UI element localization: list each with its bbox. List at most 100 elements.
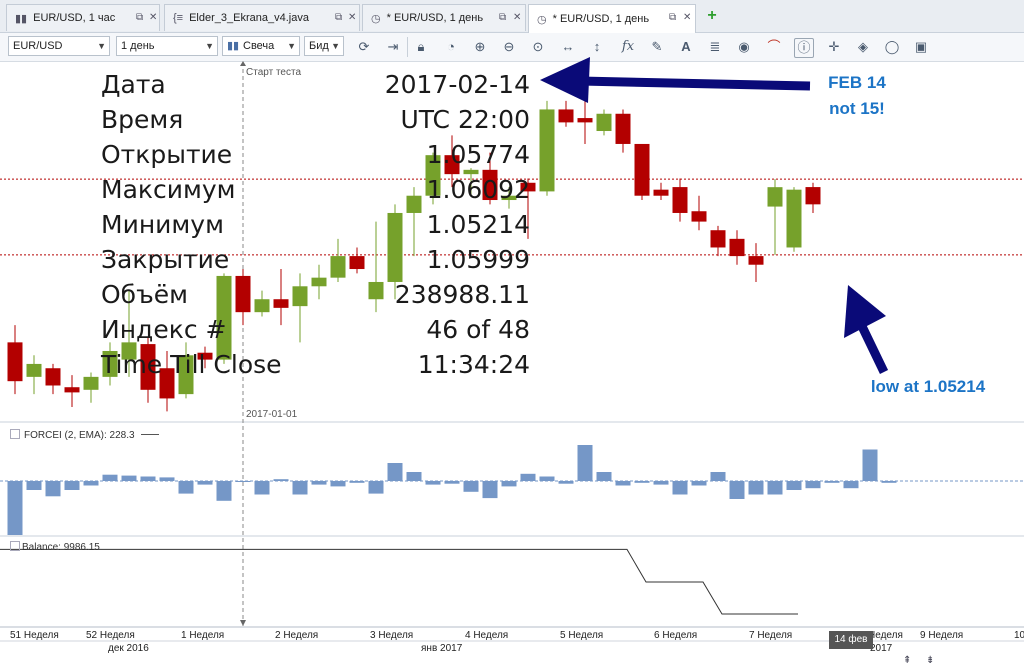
week-tick: 2 Неделя (275, 630, 319, 641)
force-bar (64, 481, 80, 490)
info-label-date: Дата (101, 70, 166, 99)
force-bar (159, 477, 175, 481)
candle-body (368, 281, 384, 300)
week-tick: 6 Неделя (654, 630, 698, 641)
force-bar (140, 476, 156, 481)
balance-indicator-label[interactable]: Balance: 9986.15 (10, 541, 100, 553)
info-value-time: UTC 22:00 (400, 105, 530, 134)
force-bar (197, 481, 213, 485)
week-tick: 1 Неделя (181, 630, 225, 641)
candle-body (596, 113, 612, 132)
candle-body (691, 211, 707, 222)
force-bar (501, 481, 517, 487)
info-label-close: Закрытие (101, 245, 230, 274)
force-bar (406, 472, 422, 481)
force-label-text: FORCEI (2, EMA): 228.3 (24, 430, 135, 441)
month-tick: янв 2017 (421, 643, 463, 654)
candle-body (710, 230, 726, 248)
force-bar (216, 481, 232, 501)
candle-body (235, 275, 251, 313)
checkbox-icon[interactable] (10, 429, 20, 439)
force-bar (653, 481, 669, 485)
force-bar (843, 481, 859, 489)
force-indicator-label[interactable]: FORCEI (2, EMA): 228.3 (10, 429, 160, 441)
force-bar (45, 481, 61, 497)
candle-body (805, 187, 821, 205)
force-bar (102, 474, 118, 481)
info-label-time-till-close: Time Till Close (101, 350, 282, 379)
info-value-volume: 238988.11 (394, 280, 530, 309)
candle-body (729, 238, 745, 257)
info-value-index: 46 of 48 (426, 315, 530, 344)
force-bar (520, 473, 536, 481)
force-bar (7, 481, 23, 535)
cursor-date-label: 14 фев (829, 631, 873, 649)
force-bar (121, 475, 137, 481)
force-bar (292, 481, 308, 495)
checkbox-icon[interactable] (10, 541, 20, 551)
force-bar (83, 481, 99, 486)
force-bar (634, 481, 650, 483)
force-bar (824, 481, 840, 483)
week-tick: 52 Неделя (86, 630, 135, 641)
candle-body (254, 299, 270, 313)
candle-body (558, 109, 574, 123)
feb-note: FEB 14 not 15! (812, 70, 902, 122)
candle-body (615, 113, 631, 144)
candle-body (64, 387, 80, 393)
candle-body (26, 363, 42, 377)
info-value-close: 1.05999 (426, 245, 530, 274)
candle-body (273, 299, 289, 308)
force-bar (710, 472, 726, 481)
force-bar (482, 481, 498, 499)
candle-body (748, 256, 764, 265)
info-value-time-till-close: 11:34:24 (417, 350, 530, 379)
info-label-high: Максимум (101, 175, 236, 204)
candle-body (577, 118, 593, 123)
candle-body (653, 189, 669, 196)
force-bar (577, 445, 593, 481)
week-tick: 51 Неделя (10, 630, 59, 641)
line-style-icon (141, 434, 160, 435)
force-bar (862, 449, 878, 481)
force-bar (596, 472, 612, 481)
info-value-high: 1.06092 (426, 175, 530, 204)
info-label-index: Индекс # (101, 315, 227, 344)
scroll-up-icon[interactable]: ⇞ (903, 655, 911, 666)
balance-label-text: Balance: 9986.15 (22, 542, 100, 553)
force-bar (311, 481, 327, 485)
candle-body (311, 277, 327, 287)
feb-note-line1: FEB 14 (828, 73, 886, 92)
force-bar (330, 481, 346, 487)
balance-line-path (0, 548, 798, 615)
force-bar (539, 476, 555, 481)
candle-body (786, 189, 802, 248)
week-tick: 9 Неделя (920, 630, 964, 641)
candle-body (83, 376, 99, 390)
force-bar (748, 481, 764, 495)
candle-body (349, 256, 365, 270)
force-bar (425, 481, 441, 485)
start-test-label: Старт теста (246, 67, 302, 78)
candle-body (634, 143, 650, 196)
force-bar (672, 481, 688, 495)
force-bar (235, 481, 251, 482)
feb-arrow-shaft (579, 76, 811, 91)
start-test-arrow-bottom (240, 620, 246, 626)
force-bar (178, 481, 194, 494)
week-tick: 7 Неделя (749, 630, 793, 641)
month-tick: дек 2016 (108, 643, 149, 654)
scroll-down-icon[interactable]: ⇟ (926, 655, 934, 666)
force-bar (691, 481, 707, 486)
force-bar (558, 481, 574, 484)
feb-arrow-head (540, 57, 590, 103)
low-note: low at 1.05214 (870, 377, 986, 396)
force-bar (805, 481, 821, 489)
force-bar (767, 481, 783, 495)
date-marker-label: 2017-01-01 (246, 409, 298, 420)
candle-body (292, 286, 308, 307)
candle-body (45, 368, 61, 386)
info-value-open: 1.05774 (426, 140, 530, 169)
force-bar (463, 481, 479, 492)
candle-body (406, 195, 422, 213)
